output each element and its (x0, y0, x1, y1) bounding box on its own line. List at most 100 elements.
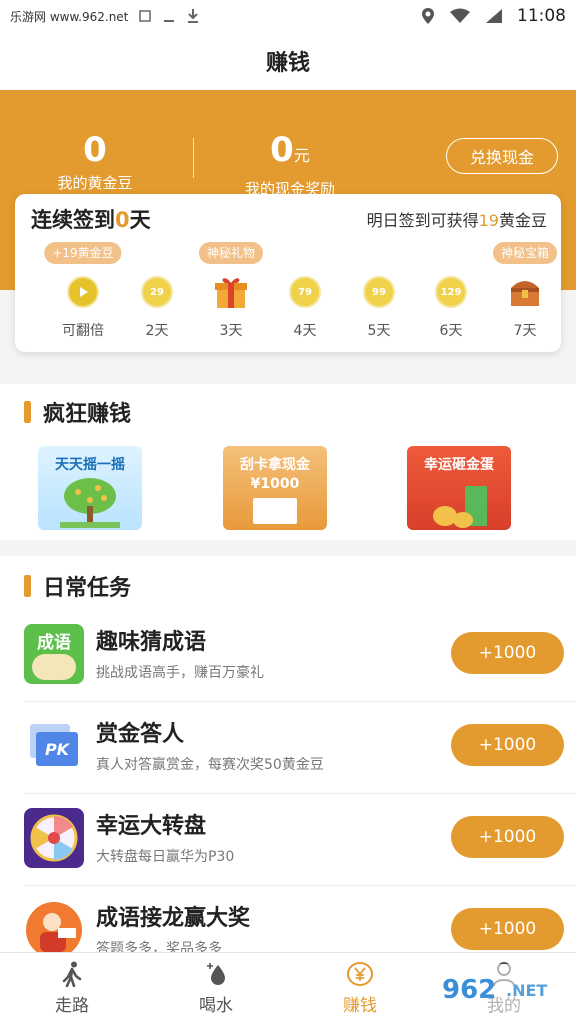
task-name: 幸运大转盘 (96, 814, 207, 839)
signin-card: 连续签到0天 明日签到可获得19黄金豆 +19黄金豆 可翻倍 29 2天 神秘礼… (15, 194, 561, 352)
task-row-quiz[interactable]: PK 赏金答人 真人对答赢赏金，每赛次奖50黄金豆 +1000 (0, 702, 576, 794)
icon-caption: 成语 (37, 633, 71, 653)
signin-header: 连续签到0天 明日签到可获得19黄金豆 (31, 204, 547, 234)
notification-icon (139, 10, 152, 22)
pk-icon: PK (24, 716, 84, 776)
cash-value: 0 (270, 130, 294, 170)
promo-label: 刮卡拿现金 (240, 457, 310, 473)
minus-icon (164, 20, 175, 22)
beans-stat[interactable]: 0 我的黄金豆 (40, 130, 150, 193)
day-label: 6天 (439, 323, 463, 339)
task-reward-button[interactable]: +1000 (451, 908, 564, 950)
day-label: 5天 (367, 323, 391, 339)
coin-icon: 99 (363, 276, 395, 308)
task-name: 成语接龙赢大奖 (96, 906, 251, 931)
scratch-card-icon (253, 498, 297, 524)
money-tree-icon (60, 478, 120, 528)
svg-text:.NET: .NET (506, 981, 547, 1000)
crazy-earn-section: 疯狂赚钱 天天摇一摇 刮卡拿现金 ¥1000 幸运砸金蛋 (0, 384, 576, 540)
play-icon[interactable] (67, 276, 99, 308)
task-row-idiom-chain[interactable]: 成语接龙赢大奖 答题多多，奖品多多 +1000 (0, 886, 576, 952)
task-desc: 答题多多，奖品多多 (96, 941, 222, 952)
status-left: 乐游网 www.962.net (10, 8, 200, 25)
promo-golden-egg[interactable]: 幸运砸金蛋 (407, 446, 511, 530)
wheel-icon (24, 808, 84, 868)
task-reward-button[interactable]: +1000 (451, 816, 564, 858)
coin-icon: 129 (435, 276, 467, 308)
section-accent-bar (24, 401, 31, 423)
task-reward-button[interactable]: +1000 (451, 724, 564, 766)
task-reward-button[interactable]: +1000 (451, 632, 564, 674)
site-watermark: 乐游网 www.962.net (10, 9, 129, 24)
coin-icon: 29 (141, 276, 173, 308)
promo-amount: ¥1000 (250, 476, 300, 492)
day-label: 2天 (145, 323, 169, 339)
tab-label: 赚钱 (343, 996, 377, 1016)
tomorrow-prefix: 明日签到可获得 (366, 211, 479, 230)
cash-value-row: 0元 (220, 130, 360, 176)
svg-text:962: 962 (442, 975, 496, 1005)
tab-label: 喝水 (199, 996, 233, 1016)
location-icon (422, 8, 434, 24)
promo-label: 幸运砸金蛋 (424, 457, 494, 473)
streak-suffix: 天 (129, 208, 151, 232)
cash-stat[interactable]: 0元 我的现金奖励 (220, 130, 360, 199)
day-badge: +19黄金豆 (44, 242, 122, 264)
cash-unit: 元 (293, 146, 310, 165)
streak-days: 0 (115, 208, 130, 232)
download-icon (188, 9, 199, 23)
status-bar: 乐游网 www.962.net 11:08 (0, 0, 576, 32)
tomorrow-suffix: 黄金豆 (498, 211, 547, 230)
day-label: 3天 (219, 323, 243, 339)
promo-shake-tree[interactable]: 天天摇一摇 (38, 446, 142, 530)
section-accent-bar (24, 575, 31, 597)
task-desc: 挑战成语高手，赚百万豪礼 (96, 665, 264, 681)
idiom-chain-badge-icon (26, 902, 82, 952)
section-header: 疯狂赚钱 (24, 396, 131, 428)
signin-streak: 连续签到0天 (31, 204, 151, 234)
task-row-idiom[interactable]: 成语 趣味猜成语 挑战成语高手，赚百万豪礼 +1000 (0, 610, 576, 702)
tab-earn[interactable]: 赚钱 (288, 953, 432, 1024)
section-header: 日常任务 (24, 570, 131, 602)
day-label: 7天 (513, 323, 537, 339)
streak-prefix: 连续签到 (31, 208, 115, 232)
tab-walk[interactable]: 走路 (0, 953, 144, 1024)
day-label: 4天 (293, 323, 317, 339)
section-title: 疯狂赚钱 (43, 402, 132, 427)
signal-icon (486, 9, 502, 23)
tomorrow-amount: 19 (478, 211, 499, 230)
yen-icon (347, 962, 373, 986)
signin-days: +19黄金豆 可翻倍 29 2天 神秘礼物 3天 79 4天 99 5天 129… (29, 242, 558, 342)
water-icon (207, 963, 225, 985)
title-bar: 赚钱 (0, 32, 576, 90)
daily-tasks-section: 日常任务 成语 趣味猜成语 挑战成语高手，赚百万豪礼 +1000 PK 赏金答人… (0, 556, 576, 952)
day-label: 可翻倍 (62, 323, 104, 339)
beans-label: 我的黄金豆 (57, 174, 133, 192)
task-desc: 真人对答赢赏金，每赛次奖50黄金豆 (96, 757, 324, 773)
prize-wheel-icon (30, 814, 78, 862)
tab-label: 走路 (55, 996, 89, 1016)
site-logo-watermark: 962 .NET (430, 964, 570, 1012)
promo-scratch-card[interactable]: 刮卡拿现金 ¥1000 (223, 446, 327, 530)
walk-icon (62, 961, 82, 987)
tomorrow-reward: 明日签到可获得19黄金豆 (367, 207, 547, 231)
idiom-icon: 成语 (24, 624, 84, 684)
task-desc: 大转盘每日赢华为P30 (96, 849, 235, 865)
section-title: 日常任务 (43, 576, 132, 601)
clock: 11:08 (517, 6, 566, 26)
task-name: 趣味猜成语 (96, 630, 207, 655)
tab-water[interactable]: 喝水 (144, 953, 288, 1024)
treasure-chest-icon (511, 281, 539, 306)
exchange-cash-button[interactable]: 兑换现金 (446, 138, 558, 174)
wifi-icon (450, 8, 470, 23)
stat-divider (193, 138, 194, 178)
status-right: 11:08 (421, 6, 566, 26)
day-badge: 神秘礼物 (198, 242, 264, 264)
task-row-wheel[interactable]: 幸运大转盘 大转盘每日赢华为P30 +1000 (0, 794, 576, 886)
idiom-chain-icon (24, 900, 84, 952)
icon-caption: PK (36, 732, 78, 766)
day-badge: 神秘宝箱 (492, 242, 558, 264)
promo-label: 天天摇一摇 (55, 457, 125, 473)
page-title: 赚钱 (265, 51, 310, 76)
gift-icon (215, 278, 247, 308)
